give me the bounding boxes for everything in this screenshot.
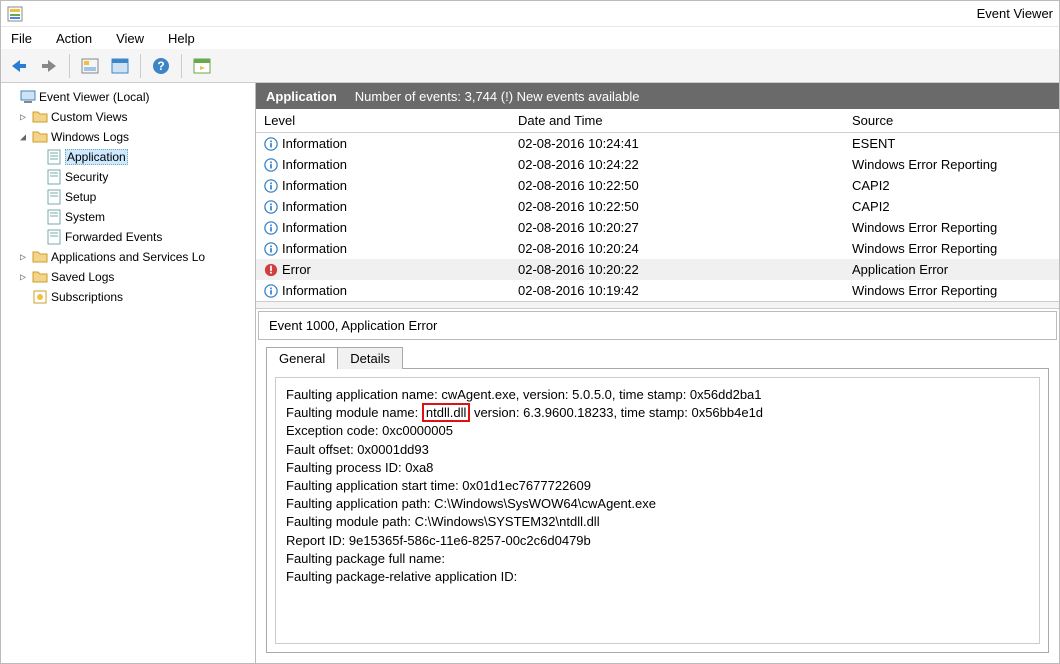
tree-forwarded[interactable]: Forwarded Events xyxy=(3,227,253,247)
detail-line: Faulting module path: C:\Windows\SYSTEM3… xyxy=(286,513,1029,531)
tree-apps-services[interactable]: ▷ Applications and Services Lo xyxy=(3,247,253,267)
detail-line: Faulting application name: cwAgent.exe, … xyxy=(286,386,1029,404)
log-icon xyxy=(46,149,62,165)
menubar: File Action View Help xyxy=(1,27,1059,49)
tree-application[interactable]: Application xyxy=(3,147,253,167)
log-subtitle: Number of events: 3,744 (!) New events a… xyxy=(355,89,640,104)
nav-tree[interactable]: Event Viewer (Local) ▷ Custom Views ◢ Wi… xyxy=(1,83,256,663)
event-row[interactable]: Information02-08-2016 10:19:42Windows Er… xyxy=(256,280,1059,301)
event-row[interactable]: Information02-08-2016 10:24:41ESENT xyxy=(256,133,1059,154)
svg-text:?: ? xyxy=(157,59,164,73)
event-row[interactable]: Information02-08-2016 10:22:50CAPI2 xyxy=(256,175,1059,196)
folder-icon xyxy=(32,109,48,125)
tree-custom-views[interactable]: ▷ Custom Views xyxy=(3,107,253,127)
event-row[interactable]: Error02-08-2016 10:20:22Application Erro… xyxy=(256,259,1059,280)
window-title: Event Viewer xyxy=(977,6,1053,21)
menu-action[interactable]: Action xyxy=(52,29,96,48)
detail-line: Faulting package-relative application ID… xyxy=(286,568,1029,586)
detail-line: Faulting module name: ntdll.dll version:… xyxy=(286,404,1029,422)
col-source[interactable]: Source xyxy=(844,109,1059,132)
help-button[interactable]: ? xyxy=(147,52,175,80)
preview-button[interactable] xyxy=(188,52,216,80)
tab-details[interactable]: Details xyxy=(337,347,403,369)
computer-icon xyxy=(20,89,36,105)
event-detail-title: Event 1000, Application Error xyxy=(258,311,1057,340)
folder-open-icon xyxy=(32,129,48,145)
event-row[interactable]: Information02-08-2016 10:24:22Windows Er… xyxy=(256,154,1059,175)
subscriptions-icon xyxy=(32,289,48,305)
log-icon xyxy=(46,229,62,245)
col-level[interactable]: Level xyxy=(256,109,510,132)
tree-setup[interactable]: Setup xyxy=(3,187,253,207)
toolbar: ? xyxy=(1,49,1059,83)
properties-button[interactable] xyxy=(106,52,134,80)
detail-line: Faulting process ID: 0xa8 xyxy=(286,459,1029,477)
titlebar: Event Viewer xyxy=(1,1,1059,27)
back-button[interactable] xyxy=(5,52,33,80)
menu-view[interactable]: View xyxy=(112,29,148,48)
detail-line: Report ID: 9e15365f-586c-11e6-8257-00c2c… xyxy=(286,532,1029,550)
log-icon xyxy=(46,189,62,205)
forward-button[interactable] xyxy=(35,52,63,80)
splitter[interactable] xyxy=(256,301,1059,309)
tree-windows-logs[interactable]: ◢ Windows Logs xyxy=(3,127,253,147)
app-icon xyxy=(7,6,23,22)
tree-root[interactable]: Event Viewer (Local) xyxy=(3,87,253,107)
detail-line: Exception code: 0xc0000005 xyxy=(286,422,1029,440)
detail-line: Faulting package full name: xyxy=(286,550,1029,568)
log-icon xyxy=(46,169,62,185)
folder-icon xyxy=(32,269,48,285)
menu-help[interactable]: Help xyxy=(164,29,199,48)
detail-line: Fault offset: 0x0001dd93 xyxy=(286,441,1029,459)
tree-subscriptions[interactable]: Subscriptions xyxy=(3,287,253,307)
event-row[interactable]: Information02-08-2016 10:22:50CAPI2 xyxy=(256,196,1059,217)
event-list[interactable]: Information02-08-2016 10:24:41ESENTInfor… xyxy=(256,133,1059,301)
show-tree-button[interactable] xyxy=(76,52,104,80)
detail-body: Faulting application name: cwAgent.exe, … xyxy=(266,368,1049,653)
highlighted-module: ntdll.dll xyxy=(422,403,470,422)
tab-general[interactable]: General xyxy=(266,347,338,369)
detail-tabs: General Details xyxy=(258,340,1057,368)
log-icon xyxy=(46,209,62,225)
event-row[interactable]: Information02-08-2016 10:20:27Windows Er… xyxy=(256,217,1059,238)
menu-file[interactable]: File xyxy=(7,29,36,48)
folder-icon xyxy=(32,249,48,265)
column-headers[interactable]: Level Date and Time Source xyxy=(256,109,1059,133)
detail-text: Faulting application name: cwAgent.exe, … xyxy=(275,377,1040,644)
log-header: Application Number of events: 3,744 (!) … xyxy=(256,83,1059,109)
col-date[interactable]: Date and Time xyxy=(510,109,844,132)
tree-saved-logs[interactable]: ▷ Saved Logs xyxy=(3,267,253,287)
detail-line: Faulting application start time: 0x01d1e… xyxy=(286,477,1029,495)
log-name: Application xyxy=(266,89,337,104)
event-row[interactable]: Information02-08-2016 10:20:24Windows Er… xyxy=(256,238,1059,259)
tree-security[interactable]: Security xyxy=(3,167,253,187)
detail-line: Faulting application path: C:\Windows\Sy… xyxy=(286,495,1029,513)
tree-system[interactable]: System xyxy=(3,207,253,227)
